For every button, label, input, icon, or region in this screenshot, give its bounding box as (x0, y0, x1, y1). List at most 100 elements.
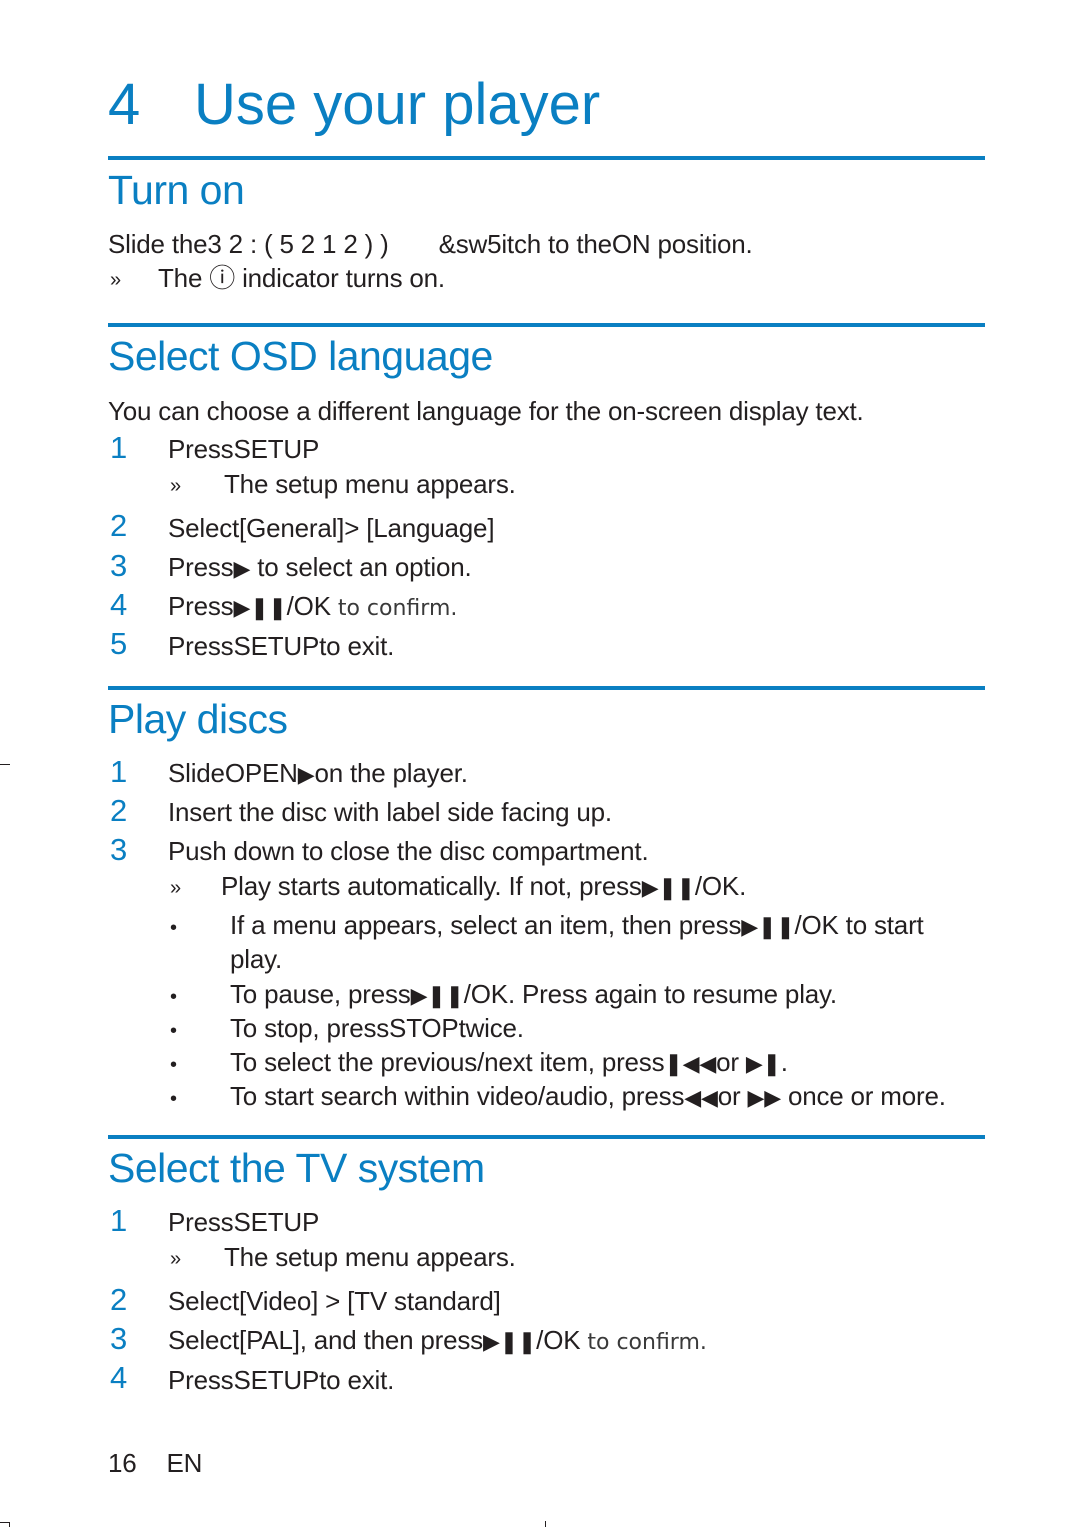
step-number: 1 (110, 1203, 128, 1238)
play-pause-icon: ▶❚❚ (482, 1329, 537, 1354)
step-text: Insert the disc with label side facing u… (168, 797, 612, 827)
text: /OK to start (794, 910, 924, 940)
text: on the player. (314, 758, 468, 788)
step-number: 4 (110, 587, 128, 622)
osd-intro: You can choose a different language for … (108, 396, 864, 426)
text: or (717, 1081, 748, 1111)
page-footer: 16 EN (108, 1447, 202, 1479)
text: If a menu appears, select an item, then … (230, 910, 742, 940)
text: To start search within video/audio, pres… (230, 1081, 685, 1111)
turn-on-instruction: Slide the3 2 : ( 5 2 1 2 ) ) &sw5itch to … (108, 228, 753, 260)
crop-mark (545, 1521, 546, 1527)
right-arrow-icon: ▶ (233, 556, 251, 581)
result-marker: » (170, 1248, 181, 1270)
bullet-text: To pause, press▶❚❚/OK. Press again to re… (230, 978, 837, 1012)
next-icon: ▶❚ (745, 1051, 781, 1076)
text: Play starts automatically. If not, press (221, 871, 642, 901)
section-heading-tv: Select the TV system (108, 1145, 485, 1191)
play-pause-icon: ▶❚❚ (410, 983, 464, 1008)
power-indicator-icon: ⓘ (209, 263, 236, 293)
step-number: 3 (110, 1321, 128, 1356)
step-text: PressSETUPto exit. (168, 1365, 395, 1395)
step-text: Select[General]> [Language] (168, 513, 495, 543)
step-text: Push down to close the disc compartment. (168, 836, 649, 866)
text: to select an option. (250, 552, 472, 582)
step-number: 2 (110, 793, 128, 828)
step-result: Play starts automatically. If not, press… (221, 870, 746, 904)
step-text: PressSETUPto exit. (168, 631, 395, 661)
step-text: PressSETUP (168, 434, 320, 464)
crop-mark (0, 764, 10, 765)
step-text: Select[PAL], and then press▶❚❚/OK to con… (168, 1324, 707, 1359)
step-number: 4 (110, 1360, 128, 1395)
section-heading-osd: Select OSD language (108, 333, 493, 379)
section-heading-turn-on: Turn on (108, 167, 245, 213)
step-text: SlideOPEN▶on the player. (168, 757, 468, 791)
text: SlideOPEN (168, 758, 298, 788)
power-on-off-label: 3 2 : ( 5 2 1 2 ) ) (207, 229, 389, 259)
bullet-marker: • (170, 1088, 177, 1110)
section-divider (108, 323, 985, 327)
text: to confirm. (580, 1330, 707, 1355)
step-number: 1 (110, 754, 128, 789)
text: Slide the (108, 229, 208, 259)
text: position. (650, 229, 753, 259)
text: indicator turns on. (235, 263, 445, 293)
step-number: 3 (110, 548, 128, 583)
text: Press (168, 552, 234, 582)
play-pause-icon: ▶❚❚ (233, 595, 287, 620)
language-code: EN (166, 1448, 203, 1478)
rewind-icon: ◀◀ (684, 1085, 718, 1110)
play-pause-icon: ▶❚❚ (741, 914, 795, 939)
step-text: PressSETUP (168, 1207, 320, 1237)
bullet-text: To stop, pressSTOPtwice. (230, 1013, 524, 1043)
bullet-text: To select the previous/next item, press❚… (230, 1046, 788, 1080)
result-marker: » (170, 475, 181, 497)
section-divider (108, 156, 985, 160)
bullet-marker: • (170, 917, 177, 939)
text: . (780, 1047, 788, 1077)
section-divider (108, 686, 985, 690)
on-label: ON (611, 229, 651, 259)
chapter-title-text: Use your player (194, 72, 601, 137)
text: to confirm. (330, 596, 458, 621)
section-heading-play: Play discs (108, 696, 288, 742)
chapter-number: 4 (108, 72, 141, 137)
bullet-marker: • (170, 1054, 177, 1076)
section-divider (108, 1135, 985, 1139)
text: once or more. (780, 1081, 946, 1111)
text: Press (168, 591, 234, 621)
step-result: The setup menu appears. (224, 469, 516, 499)
text: &sw5itch to the (438, 229, 613, 259)
result-marker: » (170, 877, 181, 899)
fast-forward-icon: ▶▶ (747, 1085, 781, 1110)
turn-on-result: The ⓘ indicator turns on. (158, 262, 445, 294)
bullet-text: To start search within video/audio, pres… (230, 1080, 946, 1114)
text: To pause, press (230, 979, 411, 1009)
step-result: The setup menu appears. (224, 1242, 516, 1272)
text: /OK (536, 1325, 581, 1355)
text: /OK. Press again to resume play. (463, 979, 837, 1009)
play-pause-icon: ▶❚❚ (641, 875, 695, 900)
bullet-marker: • (170, 1020, 177, 1042)
text: or (716, 1047, 746, 1077)
bullet-marker: • (170, 986, 177, 1008)
step-text: Press▶❚❚/OK to confirm. (168, 590, 457, 625)
bullet-text: If a menu appears, select an item, then … (230, 909, 924, 943)
step-number: 1 (110, 430, 128, 465)
text: The (158, 263, 203, 293)
text: /OK. (694, 871, 747, 901)
open-arrow-icon: ▶ (297, 762, 315, 787)
bullet-text-continued: play. (230, 944, 282, 974)
text: Select[PAL], and then press (168, 1325, 483, 1355)
previous-icon: ❚◀◀ (664, 1051, 717, 1076)
result-marker: » (110, 269, 121, 291)
step-text: Select[Video] > [TV standard] (168, 1286, 501, 1316)
page-number: 16 (108, 1448, 137, 1478)
text: To select the previous/next item, press (230, 1047, 665, 1077)
step-number: 2 (110, 1282, 128, 1317)
crop-mark (9, 1522, 10, 1527)
text: /OK (286, 591, 331, 621)
step-number: 3 (110, 832, 128, 867)
step-number: 2 (110, 508, 128, 543)
